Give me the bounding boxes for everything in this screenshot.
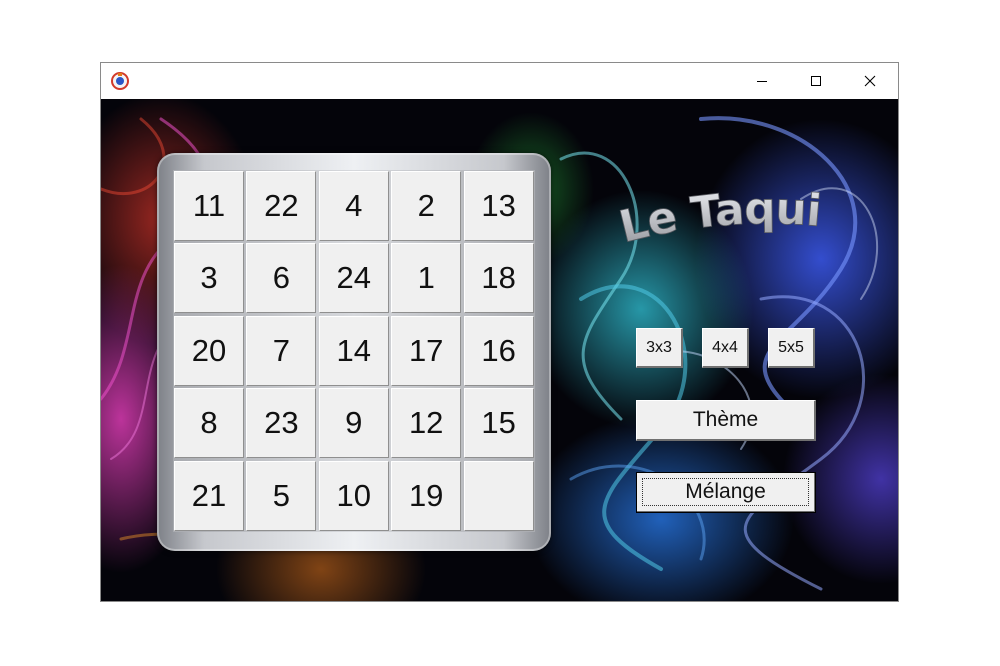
app-window: 11 22 4 2 13 3 6 24 1 18 20 7 14 17 16 8 23 9 12 15 21 5 10 19 … bbox=[100, 62, 899, 602]
puzzle-tile[interactable]: 12 bbox=[391, 388, 462, 459]
theme-button[interactable]: Thème bbox=[636, 400, 816, 441]
title-bar[interactable] bbox=[101, 63, 898, 99]
maximize-button[interactable] bbox=[789, 63, 843, 99]
puzzle-tile[interactable]: 11 bbox=[174, 171, 244, 241]
puzzle-tile[interactable]: 21 bbox=[174, 460, 244, 531]
shuffle-button[interactable]: Mélange bbox=[636, 472, 816, 513]
puzzle-tile[interactable]: 13 bbox=[463, 171, 534, 241]
focus-rectangle bbox=[642, 478, 809, 506]
tile-grid: 11 22 4 2 13 3 6 24 1 18 20 7 14 17 16 8 23 9 12 15 21 5 10 19 bbox=[173, 170, 535, 532]
size-4x4-button[interactable]: 4x4 bbox=[702, 328, 749, 368]
puzzle-tile[interactable]: 23 bbox=[246, 388, 317, 459]
puzzle-tile[interactable]: 20 bbox=[174, 315, 244, 386]
puzzle-tile[interactable]: 14 bbox=[318, 315, 389, 386]
close-button[interactable] bbox=[843, 63, 897, 99]
puzzle-tile[interactable]: 24 bbox=[318, 243, 389, 314]
app-logo-icon bbox=[111, 72, 129, 90]
puzzle-tile[interactable]: 4 bbox=[318, 171, 389, 241]
puzzle-board: 11 22 4 2 13 3 6 24 1 18 20 7 14 17 16 8 23 9 12 15 21 5 10 19 bbox=[157, 153, 551, 551]
puzzle-tile[interactable]: 2 bbox=[391, 171, 462, 241]
puzzle-tile[interactable]: 22 bbox=[246, 171, 317, 241]
puzzle-tile[interactable]: 3 bbox=[174, 243, 244, 314]
maximize-icon bbox=[811, 76, 821, 86]
svg-text:Le Taquin: Le Taquin bbox=[617, 177, 825, 254]
puzzle-tile[interactable]: 17 bbox=[391, 315, 462, 386]
puzzle-tile[interactable]: 10 bbox=[318, 460, 389, 531]
empty-tile[interactable] bbox=[463, 460, 534, 531]
game-title: Le Taquin bbox=[617, 177, 825, 254]
puzzle-tile[interactable]: 15 bbox=[463, 388, 534, 459]
puzzle-tile[interactable]: 18 bbox=[463, 243, 534, 314]
puzzle-tile[interactable]: 1 bbox=[391, 243, 462, 314]
size-3x3-button[interactable]: 3x3 bbox=[636, 328, 683, 368]
puzzle-tile[interactable]: 19 bbox=[391, 460, 462, 531]
minimize-button[interactable] bbox=[735, 63, 789, 99]
puzzle-tile[interactable]: 7 bbox=[246, 315, 317, 386]
theme-button-label: Thème bbox=[692, 408, 759, 431]
game-title-text: Le Taquin bbox=[617, 177, 825, 254]
puzzle-tile[interactable]: 9 bbox=[318, 388, 389, 459]
puzzle-tile[interactable]: 6 bbox=[246, 243, 317, 314]
puzzle-tile[interactable]: 16 bbox=[463, 315, 534, 386]
game-area: 11 22 4 2 13 3 6 24 1 18 20 7 14 17 16 8 23 9 12 15 21 5 10 19 … bbox=[101, 99, 898, 601]
close-icon bbox=[864, 75, 876, 87]
minimize-icon bbox=[757, 81, 767, 82]
size-5x5-button[interactable]: 5x5 bbox=[768, 328, 815, 368]
puzzle-tile[interactable]: 8 bbox=[174, 388, 244, 459]
puzzle-tile[interactable]: 5 bbox=[246, 460, 317, 531]
